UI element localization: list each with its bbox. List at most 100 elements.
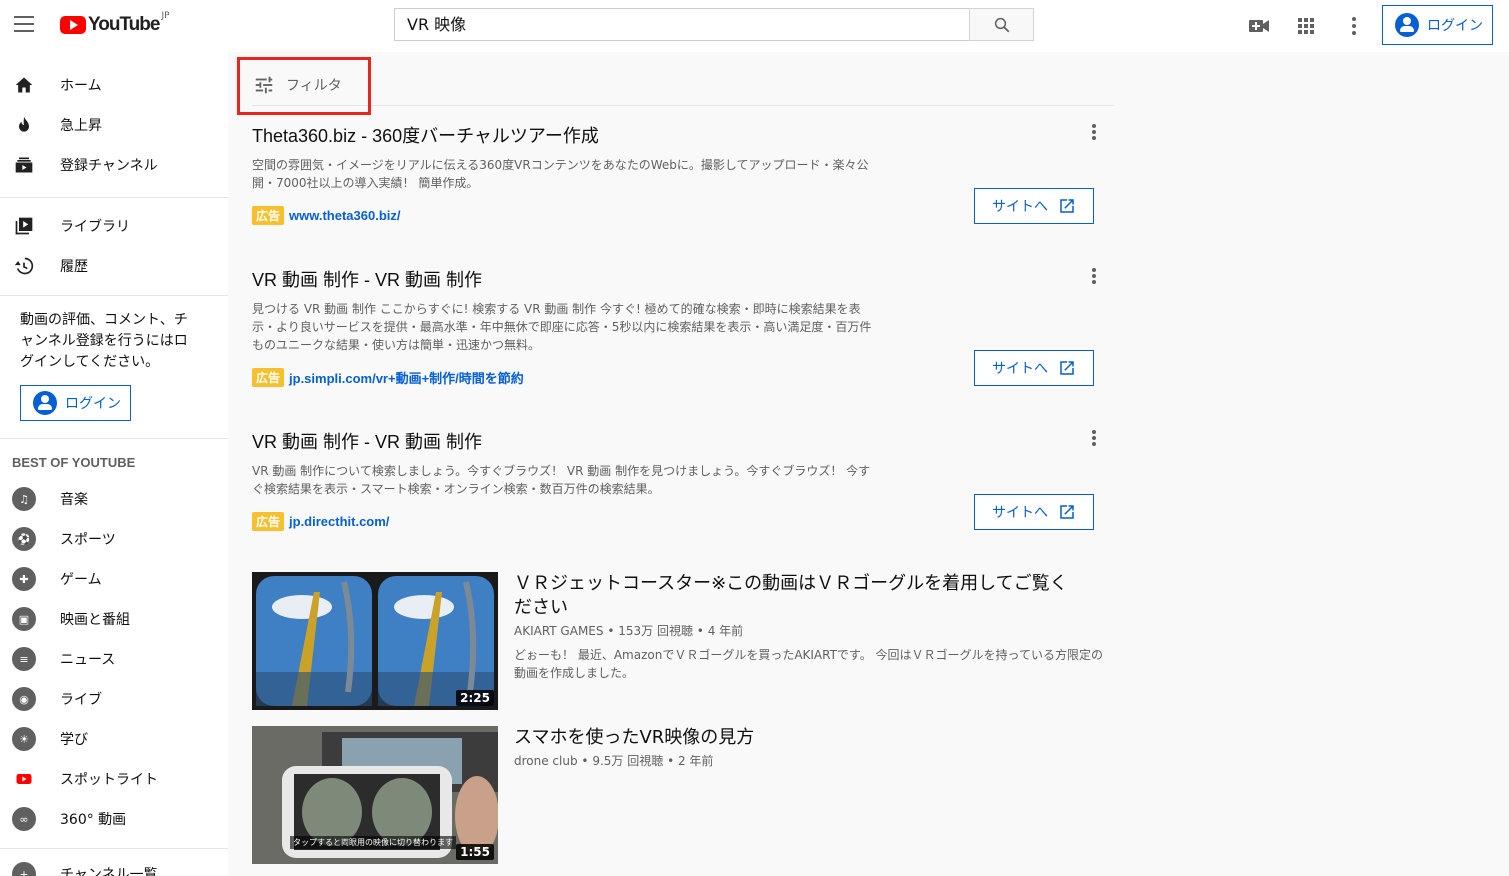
more-actions-icon[interactable] (1090, 430, 1098, 450)
sidebar-item-spotlight[interactable]: スポットライト (0, 759, 228, 799)
home-icon (12, 73, 36, 97)
settings-more-icon[interactable] (1342, 14, 1366, 38)
ad-url-link[interactable]: jp.simpli.com/vr+動画+制作/時間を節約 (289, 368, 524, 387)
sidebar-item-360-video[interactable]: ∞ 360° 動画 (0, 799, 228, 839)
visit-site-label: サイトへ (992, 361, 1048, 377)
visit-site-button[interactable]: サイトへ (974, 188, 1094, 224)
ad-description: VR 動画 制作について検索しましょう。今すぐブラウズ！ VR 動画 制作を見つ… (252, 464, 871, 496)
ad-result: VR 動画 制作 - VR 動画 制作 VR 動画 制作について検索しましょう。… (252, 428, 1114, 538)
sidebar-item-gaming[interactable]: ✚ ゲーム (0, 559, 228, 599)
spotlight-icon (12, 767, 36, 791)
sidebar-item-learning[interactable]: ☀ 学び (0, 719, 228, 759)
apps-grid-icon[interactable] (1294, 14, 1318, 38)
ad-title[interactable]: Theta360.biz - 360度バーチャルツアー作成 (252, 122, 1114, 148)
sidebar-item-label: 登録チャンネル (60, 158, 158, 174)
ad-url-row: 広告 jp.directhit.com/ (252, 512, 389, 531)
video-metadata: AKIART GAMES • 153万 回視聴 • 4 年前 (514, 622, 743, 639)
sidebar-item-label: 映画と番組 (60, 612, 130, 628)
visit-site-label: サイトへ (992, 199, 1048, 215)
video-thumbnail[interactable]: タップすると両眼用の映像に切り替わります 1:55 (252, 726, 498, 864)
more-actions-icon[interactable] (1090, 124, 1098, 144)
channel-name[interactable]: drone club (514, 754, 578, 768)
filter-button[interactable]: フィルタ (253, 74, 342, 96)
sidebar-item-movies[interactable]: ▣ 映画と番組 (0, 599, 228, 639)
video-duration: 2:25 (456, 690, 494, 706)
sidebar-item-label: スポーツ (60, 532, 116, 548)
sidebar: ホーム 急上昇 登録チャンネル ライブラリ 履歴 動画の評価、コメント、チャンネ… (0, 52, 228, 876)
ad-url-row: 広告 jp.simpli.com/vr+動画+制作/時間を節約 (252, 368, 524, 387)
video-title[interactable]: ＶＲジェットコースター※この動画はＶＲゴーグルを着用してご覧ください (514, 572, 1074, 620)
view-count: 153万 回視聴 (618, 624, 693, 638)
sidebar-item-sports[interactable]: ⚽ スポーツ (0, 519, 228, 559)
sidebar-divider (0, 295, 228, 296)
video-title[interactable]: スマホを使ったVR映像の見方 (514, 726, 1074, 750)
add-channel-icon: + (12, 862, 36, 876)
youtube-logo[interactable]: YouTube JP (60, 11, 170, 36)
create-video-icon[interactable] (1247, 14, 1271, 38)
more-actions-icon[interactable] (1090, 268, 1098, 288)
meta-separator: • (667, 754, 678, 768)
search-results: フィルタ Theta360.biz - 360度バーチャルツアー作成 空間の雰囲… (228, 52, 1509, 876)
sidebar-item-label: 急上昇 (60, 118, 102, 134)
search-input[interactable]: VR 映像 (394, 8, 970, 41)
sidebar-item-label: 学び (60, 732, 88, 748)
login-button[interactable]: ログイン (1382, 5, 1493, 45)
sidebar-item-subscriptions[interactable]: 登録チャンネル (0, 145, 228, 185)
sidebar-item-live[interactable]: ◉ ライブ (0, 679, 228, 719)
library-icon (12, 214, 36, 238)
upload-age: 2 年前 (677, 754, 714, 768)
ad-badge: 広告 (252, 206, 285, 225)
360-video-icon: ∞ (12, 807, 36, 831)
ad-url-link[interactable]: jp.directhit.com/ (289, 514, 389, 529)
sports-icon: ⚽ (12, 527, 36, 551)
ad-title[interactable]: VR 動画 制作 - VR 動画 制作 (252, 428, 1114, 454)
upload-age: 4 年前 (707, 624, 744, 638)
music-icon: ♫ (12, 487, 36, 511)
live-icon: ◉ (12, 687, 36, 711)
sidebar-login-button[interactable]: ログイン (20, 385, 131, 421)
login-label: ログイン (1427, 18, 1483, 34)
account-icon (1395, 13, 1419, 37)
search-button[interactable] (969, 8, 1034, 41)
ad-url-link[interactable]: www.theta360.biz/ (289, 208, 401, 223)
ad-result: Theta360.biz - 360度バーチャルツアー作成 空間の雰囲気・イメー… (252, 122, 1114, 232)
meta-separator: • (581, 754, 593, 768)
visit-site-button[interactable]: サイトへ (974, 350, 1094, 386)
sidebar-item-music[interactable]: ♫ 音楽 (0, 479, 228, 519)
filter-bar (252, 58, 1114, 106)
sidebar-item-history[interactable]: 履歴 (0, 246, 228, 286)
video-thumbnail[interactable]: 2:25 (252, 572, 498, 710)
sidebar-item-label: スポットライト (60, 772, 158, 788)
sidebar-item-library[interactable]: ライブラリ (0, 206, 228, 246)
external-link-icon (1060, 505, 1074, 519)
video-description: どぉーも！ 最近、AmazonでＶＲゴーグルを買ったAKIARTです。 今回はＶ… (514, 648, 1103, 680)
sidebar-item-label: ライブ (60, 692, 102, 708)
channel-name[interactable]: AKIART GAMES (514, 624, 604, 638)
youtube-play-icon (60, 16, 86, 34)
video-result: 2:25 ＶＲジェットコースター※この動画はＶＲゴーグルを着用してご覧ください … (252, 572, 1114, 710)
ad-description: 空間の雰囲気・イメージをリアルに伝える360度VRコンテンツをあなたのWebに。… (252, 158, 869, 190)
sidebar-item-browse-channels[interactable]: + チャンネル一覧 (0, 854, 228, 876)
ad-badge: 広告 (252, 512, 285, 531)
history-icon (12, 254, 36, 278)
sidebar-divider (0, 848, 228, 849)
ad-title[interactable]: VR 動画 制作 - VR 動画 制作 (252, 266, 1114, 292)
sidebar-item-label: 音楽 (60, 492, 88, 508)
visit-site-label: サイトへ (992, 505, 1048, 521)
visit-site-button[interactable]: サイトへ (974, 494, 1094, 530)
sidebar-item-news[interactable]: ≡ ニュース (0, 639, 228, 679)
login-promo-text: 動画の評価、コメント、チャンネル登録を行うにはログインしてください。 (20, 312, 188, 370)
thumbnail-caption: タップすると両眼用の映像に切り替わります (290, 836, 456, 849)
sidebar-item-label: ホーム (60, 78, 102, 94)
sidebar-divider (0, 438, 228, 439)
sidebar-item-label: ゲーム (60, 572, 102, 588)
search-icon (994, 17, 1010, 33)
menu-icon[interactable] (14, 16, 34, 34)
filter-icon (255, 76, 273, 94)
logo-text: YouTube (88, 14, 160, 35)
sidebar-item-home[interactable]: ホーム (0, 65, 228, 105)
ad-result: VR 動画 制作 - VR 動画 制作 見つける VR 動画 制作 ここからすぐ… (252, 266, 1114, 396)
ad-description: 見つける VR 動画 制作 ここからすぐに! 検索する VR 動画 制作 今すぐ… (252, 302, 872, 352)
news-icon: ≡ (12, 647, 36, 671)
sidebar-item-trending[interactable]: 急上昇 (0, 105, 228, 145)
